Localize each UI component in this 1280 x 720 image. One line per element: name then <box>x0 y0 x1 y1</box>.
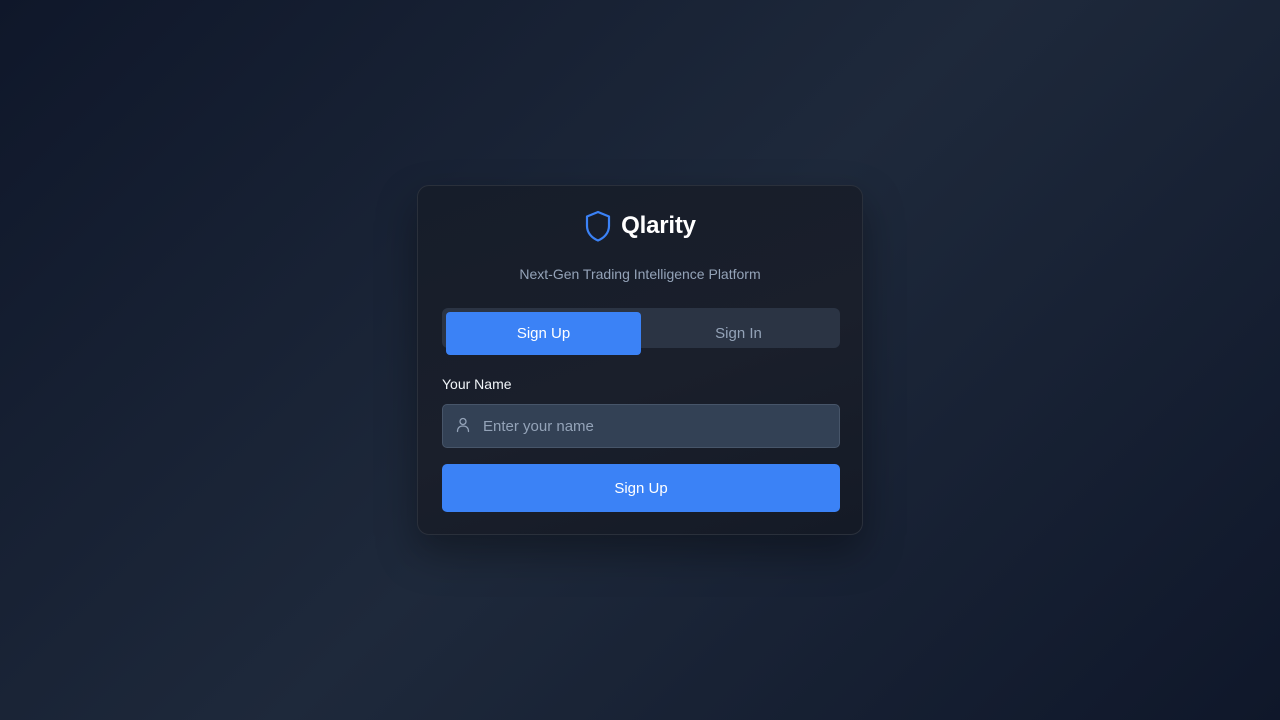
brand-header: Qlarity <box>418 210 862 242</box>
user-icon <box>456 417 470 433</box>
name-field-label: Your Name <box>442 376 512 392</box>
sign-up-button[interactable]: Sign Up <box>442 464 840 512</box>
tab-sign-in[interactable]: Sign In <box>641 312 836 355</box>
auth-card: Qlarity Next-Gen Trading Intelligence Pl… <box>417 185 863 535</box>
tagline: Next-Gen Trading Intelligence Platform <box>519 266 761 282</box>
auth-tabs: Sign Up Sign In <box>442 308 840 355</box>
name-input-wrapper <box>442 404 840 448</box>
name-input[interactable] <box>483 405 833 447</box>
shield-icon <box>584 210 612 242</box>
brand-name: Qlarity <box>621 212 696 239</box>
tab-sign-up[interactable]: Sign Up <box>446 312 641 355</box>
